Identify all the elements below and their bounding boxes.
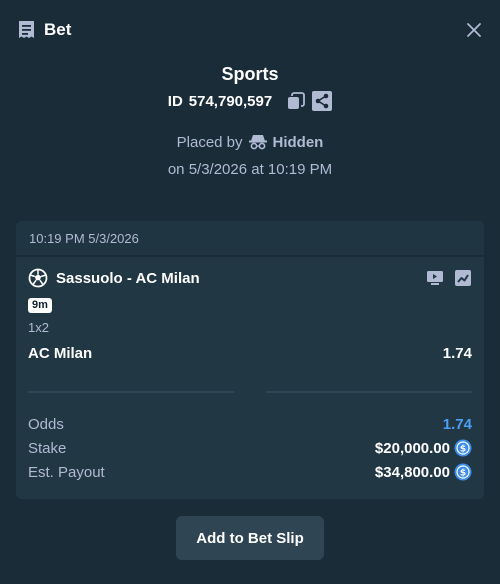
payout-value-group: $34,800.00 $ — [375, 463, 472, 481]
share-button[interactable] — [312, 91, 333, 111]
bet-id-value: 574,790,597 — [188, 92, 273, 110]
usd-coin-icon: $ — [454, 463, 472, 481]
selection-row: AC Milan 1.74 — [28, 343, 472, 363]
svg-text:$: $ — [460, 469, 466, 479]
close-icon — [467, 23, 481, 37]
selection-name: AC Milan — [28, 344, 93, 362]
usd-coin-icon: $ — [454, 439, 472, 457]
payout-value: $34,800.00 — [374, 463, 450, 481]
bet-card: 10:19 PM 5/3/2026 Sassuolo - AC Milan 9m… — [16, 221, 484, 499]
game-title: Sports — [221, 64, 279, 84]
selection-odds: 1.74 — [442, 344, 472, 362]
stats-chart-icon — [455, 270, 471, 286]
stake-label: Stake — [28, 439, 67, 457]
placed-date: on 5/3/2026 at 10:19 PM — [167, 161, 333, 178]
add-to-bet-slip-button[interactable]: Add to Bet Slip — [176, 516, 324, 560]
payout-label: Est. Payout — [28, 463, 105, 481]
payout-row: Est. Payout $34,800.00 $ — [28, 461, 472, 483]
match-name[interactable]: Sassuolo - AC Milan — [56, 270, 200, 287]
incognito-icon — [248, 135, 267, 150]
match-actions — [426, 269, 472, 287]
stake-row: Stake $20,000.00 $ — [28, 437, 472, 459]
placed-by-label: Placed by — [176, 133, 243, 151]
odds-value: 1.74 — [442, 415, 472, 433]
market-name: 1x2 — [28, 320, 49, 335]
modal-header: Bet — [0, 0, 500, 60]
stats-button[interactable] — [454, 269, 472, 287]
stake-value: $20,000.00 — [374, 439, 450, 457]
divider-left — [28, 391, 234, 393]
odds-label: Odds — [28, 415, 64, 433]
close-button[interactable] — [462, 18, 486, 42]
receipt-icon — [19, 21, 34, 38]
placed-by-row: Placed by Hidden — [0, 131, 500, 153]
odds-row: Odds 1.74 — [28, 413, 472, 435]
bet-id-label: ID — [167, 92, 183, 110]
share-icon — [312, 91, 333, 111]
svg-text:$: $ — [460, 445, 466, 455]
copy-button[interactable] — [286, 91, 306, 111]
divider-right — [266, 391, 472, 393]
card-timestamp: 10:19 PM 5/3/2026 — [29, 230, 139, 246]
stake-value-group: $20,000.00 $ — [375, 439, 472, 457]
placed-by-user: Hidden — [272, 133, 324, 151]
modal-title: Bet — [44, 20, 72, 39]
live-stream-button[interactable] — [426, 269, 444, 287]
live-stream-icon — [427, 271, 443, 285]
copy-icon — [288, 92, 306, 109]
live-time-badge: 9m — [28, 298, 52, 313]
match-row: Sassuolo - AC Milan — [28, 267, 472, 289]
bet-id-row: ID 574,790,597 — [0, 90, 500, 112]
card-header: 10:19 PM 5/3/2026 — [16, 221, 484, 257]
soccer-ball-icon — [28, 268, 48, 288]
